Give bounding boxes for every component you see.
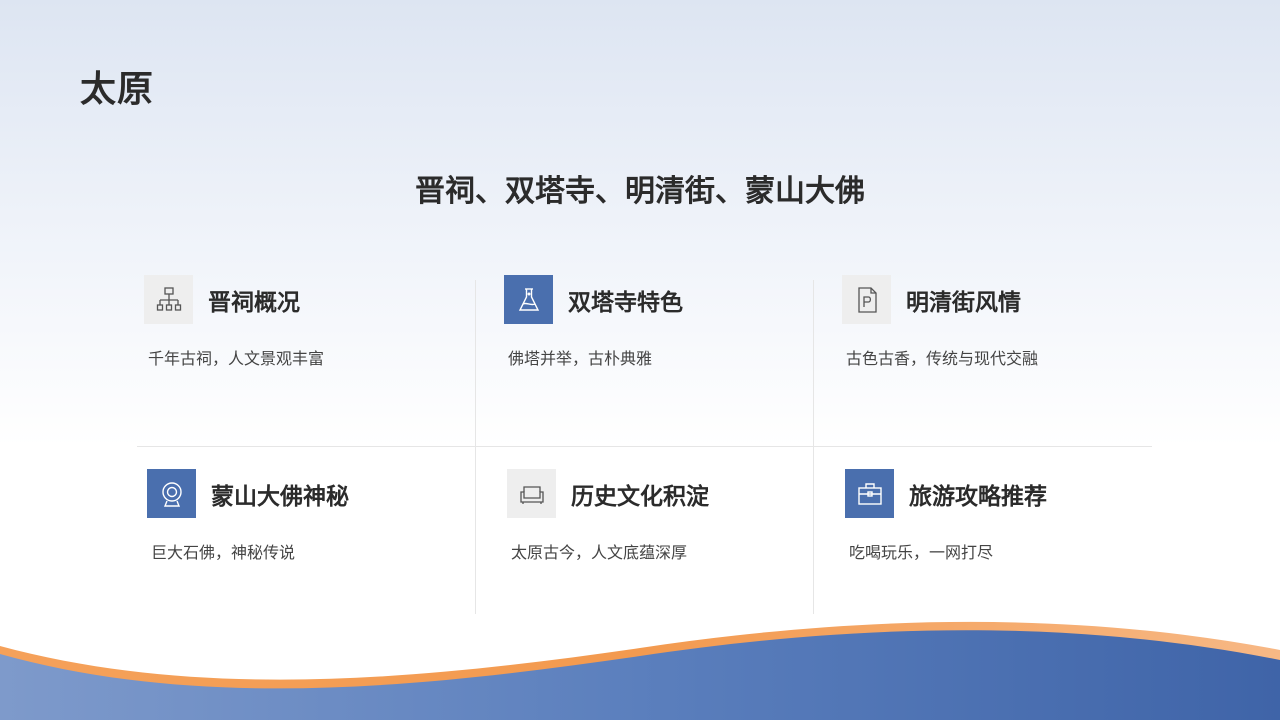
webcam-icon [147, 469, 196, 518]
card-grid: 晋祠概况 千年古祠，人文景观丰富 双塔寺特色 佛塔并举，古朴典雅 明清街风情 古… [137, 275, 1152, 614]
card-title: 蒙山大佛神秘 [211, 484, 349, 510]
card-title: 晋祠概况 [208, 290, 300, 316]
card-ming-qing-street: 明清街风情 古色古香，传统与现代交融 [842, 275, 1162, 415]
document-p-icon [842, 275, 891, 324]
bottom-wave-decoration [0, 621, 1280, 720]
card-title: 历史文化积淀 [571, 484, 709, 510]
card-description: 佛塔并举，古朴典雅 [508, 349, 653, 368]
org-chart-icon [144, 275, 193, 324]
grid-divider-vertical-1 [475, 280, 476, 614]
card-travel-guide: 旅游攻略推荐 吃喝玩乐，一网打尽 [845, 469, 1165, 609]
card-jinci-overview: 晋祠概况 千年古祠，人文景观丰富 [144, 275, 464, 415]
card-description: 千年古祠，人文景观丰富 [148, 349, 325, 368]
card-mengshan-buddha: 蒙山大佛神秘 巨大石佛，神秘传说 [147, 469, 467, 609]
grid-divider-horizontal [137, 446, 1152, 447]
card-title: 明清街风情 [906, 290, 1021, 316]
briefcase-icon [845, 469, 894, 518]
card-title: 旅游攻略推荐 [909, 484, 1047, 510]
slide-title: 太原 [80, 69, 155, 110]
card-history-culture: 历史文化积淀 太原古今，人文底蕴深厚 [507, 469, 827, 609]
card-description: 吃喝玩乐，一网打尽 [849, 543, 994, 562]
card-description: 巨大石佛，神秘传说 [151, 543, 296, 562]
slide-subtitle: 晋祠、双塔寺、明清街、蒙山大佛 [415, 174, 865, 209]
card-title: 双塔寺特色 [568, 290, 683, 316]
flask-icon [504, 275, 553, 324]
sofa-icon [507, 469, 556, 518]
card-description: 古色古香，传统与现代交融 [846, 349, 1039, 368]
card-twin-pagoda: 双塔寺特色 佛塔并举，古朴典雅 [504, 275, 824, 415]
card-description: 太原古今，人文底蕴深厚 [511, 543, 688, 562]
